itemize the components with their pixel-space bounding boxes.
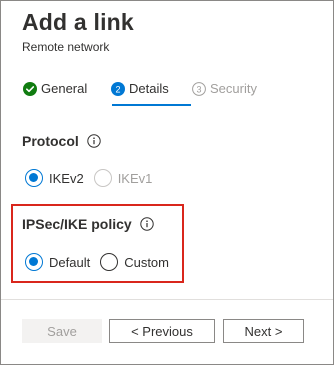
page-title: Add a link bbox=[22, 9, 134, 35]
tab-details[interactable]: 2 Details bbox=[111, 81, 169, 96]
tab-security-label: Security bbox=[210, 81, 257, 96]
radio-ikev2[interactable]: IKEv2 bbox=[25, 169, 84, 187]
tab-security[interactable]: 3 Security bbox=[192, 81, 257, 96]
radio-ikev1[interactable]: IKEv1 bbox=[93, 169, 153, 187]
protocol-heading: Protocol bbox=[22, 133, 101, 149]
tab-details-label: Details bbox=[129, 81, 169, 96]
tab-general[interactable]: General bbox=[23, 81, 87, 96]
protocol-label: Protocol bbox=[22, 133, 79, 149]
info-icon[interactable] bbox=[140, 217, 154, 231]
radio-ikev2-label: IKEv2 bbox=[49, 170, 84, 186]
save-button[interactable]: Save bbox=[22, 319, 102, 343]
step-number-icon: 3 bbox=[192, 81, 206, 96]
tab-security-number: 3 bbox=[196, 84, 201, 94]
radio-circle bbox=[25, 253, 43, 271]
protocol-radio-group: IKEv2 IKEv1 bbox=[25, 169, 152, 187]
next-button[interactable]: Next > bbox=[223, 319, 304, 343]
previous-button[interactable]: < Previous bbox=[109, 319, 215, 343]
radio-circle bbox=[25, 169, 43, 187]
dialog-panel: Add a link Remote network General 2 Deta… bbox=[0, 0, 334, 365]
radio-default[interactable]: Default bbox=[25, 253, 90, 271]
footer-divider bbox=[1, 299, 333, 300]
page-subtitle: Remote network bbox=[22, 40, 110, 54]
policy-label: IPSec/IKE policy bbox=[22, 216, 132, 232]
radio-default-label: Default bbox=[49, 254, 91, 270]
radio-circle bbox=[93, 169, 112, 187]
radio-custom[interactable]: Custom bbox=[100, 253, 169, 271]
radio-custom-label: Custom bbox=[124, 254, 169, 270]
policy-heading: IPSec/IKE policy bbox=[22, 216, 154, 232]
step-number-icon: 2 bbox=[111, 81, 125, 96]
active-tab-indicator bbox=[112, 104, 191, 106]
radio-ikev1-label: IKEv1 bbox=[117, 170, 153, 186]
tab-general-label: General bbox=[41, 81, 88, 96]
tab-details-number: 2 bbox=[115, 84, 120, 94]
info-icon[interactable] bbox=[87, 134, 101, 148]
check-circle-icon bbox=[23, 81, 37, 96]
policy-radio-group: Default Custom bbox=[25, 253, 169, 271]
radio-circle bbox=[100, 253, 119, 271]
